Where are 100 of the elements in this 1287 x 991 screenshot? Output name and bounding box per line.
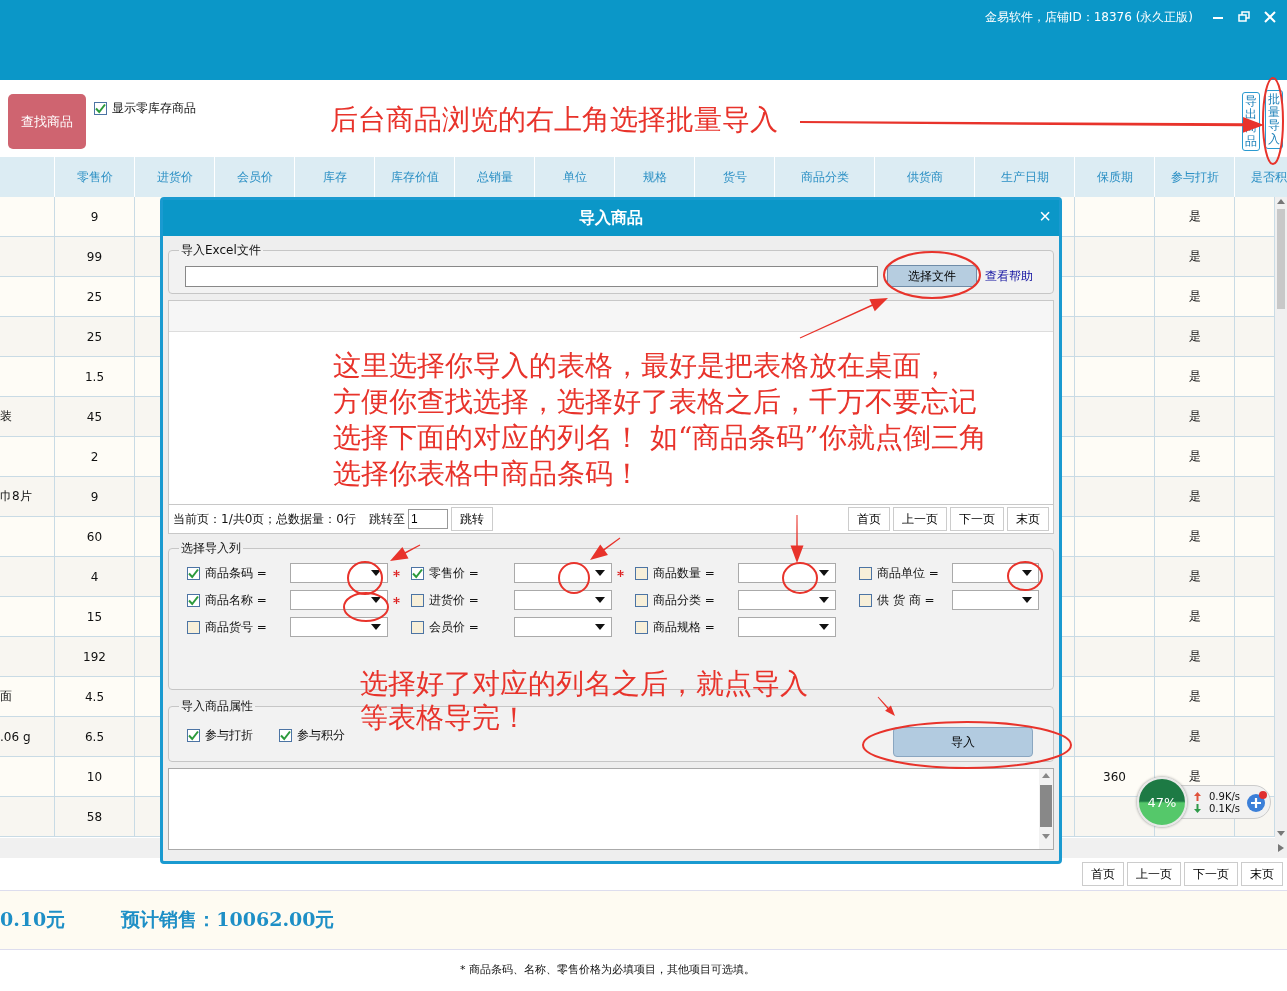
column-header[interactable]: 总销量 xyxy=(476,168,513,186)
scroll-right-icon xyxy=(1277,843,1285,853)
pager-button[interactable]: 上一页 xyxy=(893,507,947,531)
expected-sales-text: 预计销售：10062.00元 xyxy=(121,907,335,932)
table-cell: 是 xyxy=(1188,728,1201,745)
close-icon xyxy=(1264,11,1276,23)
table-cell: 是 xyxy=(1188,768,1201,785)
page-number-field[interactable]: 1 xyxy=(407,509,448,529)
window-title: 金易软件，店铺ID：18376 (永久正版) xyxy=(984,9,1193,26)
pager-button[interactable]: 首页 xyxy=(848,507,890,531)
table-cell: 是 xyxy=(1188,208,1201,225)
search-button[interactable]: 查找商品 xyxy=(8,94,86,149)
column-header[interactable]: 进货价 xyxy=(156,168,193,186)
checkbox[interactable] xyxy=(187,566,200,580)
pager-button[interactable]: 末页 xyxy=(1007,507,1049,531)
checkbox[interactable] xyxy=(635,593,648,607)
dropdown-field[interactable] xyxy=(952,563,1039,583)
checkbox[interactable] xyxy=(411,566,424,580)
column-header[interactable]: 保质期 xyxy=(1096,168,1133,186)
dropdown-field[interactable] xyxy=(514,563,612,583)
download-speed: 0.1K/s xyxy=(1209,802,1241,814)
close-button[interactable]: × xyxy=(1035,204,1055,228)
table-cell: 是 xyxy=(1188,408,1201,425)
dialog-title: 导入商品 xyxy=(579,207,643,229)
checkbox[interactable] xyxy=(187,620,200,634)
caret-icon xyxy=(371,624,381,630)
highlight-ellipse xyxy=(558,562,590,594)
checkbox[interactable] xyxy=(411,620,424,634)
pager-button[interactable]: 下一页 xyxy=(950,507,1004,531)
checkbox[interactable] xyxy=(859,593,872,607)
dropdown-field[interactable] xyxy=(290,617,388,637)
column-header[interactable]: 参与打折 xyxy=(1170,168,1219,186)
jump-button[interactable]: 跳转 xyxy=(450,507,493,531)
highlight-ellipse xyxy=(347,561,383,595)
dropdown-field[interactable] xyxy=(514,617,612,637)
field-label: 商品名称 = xyxy=(205,591,268,609)
checkbox-label: 显示零库存商品 xyxy=(112,100,196,117)
caret-icon xyxy=(1022,570,1032,576)
dropdown-field[interactable] xyxy=(738,563,836,583)
vertical-scrollbar[interactable] xyxy=(1039,769,1053,849)
column-header[interactable]: 规格 xyxy=(642,168,667,186)
checkbox[interactable] xyxy=(279,728,292,742)
column-header[interactable]: 零售价 xyxy=(76,168,113,186)
table-cell: 装 xyxy=(0,408,12,425)
checkbox[interactable] xyxy=(859,566,872,580)
column-header[interactable]: 单位 xyxy=(562,168,587,186)
import-button[interactable]: 导入 xyxy=(893,727,1033,757)
table-cell: .06 g xyxy=(0,729,31,744)
checkbox[interactable] xyxy=(94,102,107,115)
table-cell: 10 xyxy=(86,769,103,784)
pager-button[interactable]: 上一页 xyxy=(1127,862,1181,886)
scroll-down-icon xyxy=(1041,833,1051,841)
scrollbar-thumb[interactable] xyxy=(1277,209,1285,309)
scrollbar-thumb[interactable] xyxy=(1040,785,1052,827)
field-label: 零售价 = xyxy=(429,564,480,582)
column-header[interactable]: 生产日期 xyxy=(1000,168,1049,186)
pager-button[interactable]: 首页 xyxy=(1082,862,1124,886)
checkbox[interactable] xyxy=(411,593,424,607)
dropdown-field[interactable] xyxy=(290,590,388,610)
table-cell: 是 xyxy=(1188,368,1201,385)
help-link[interactable]: 查看帮助 xyxy=(985,267,1033,285)
plus-icon xyxy=(1246,791,1269,813)
vertical-scrollbar[interactable] xyxy=(1275,197,1287,838)
annotation-text: 等表格导完！ xyxy=(360,701,529,735)
page-status: 当前页：1/共0页；总数据量：0行 xyxy=(173,510,356,528)
column-header[interactable]: 货号 xyxy=(722,168,747,186)
column-header[interactable]: 会员价 xyxy=(236,168,273,186)
pager-button[interactable]: 末页 xyxy=(1241,862,1283,886)
column-header[interactable]: 商品分类 xyxy=(800,168,849,186)
checkbox[interactable] xyxy=(187,728,200,742)
table-cell: 是 xyxy=(1188,448,1201,465)
table-cell: 15 xyxy=(86,609,103,624)
table-cell: 面 xyxy=(0,688,12,705)
table-cell: 360 xyxy=(1103,769,1126,784)
dropdown-field[interactable] xyxy=(290,563,388,583)
field-label: 商品数量 = xyxy=(653,564,716,582)
column-header[interactable]: 库存 xyxy=(322,168,347,186)
checkbox[interactable] xyxy=(635,566,648,580)
field-label: 商品货号 = xyxy=(205,618,268,636)
table-cell: 是 xyxy=(1188,688,1201,705)
pointer-arrow xyxy=(390,544,421,561)
column-header[interactable]: 是否积 xyxy=(1251,168,1287,186)
column-header[interactable]: 库存价值 xyxy=(390,168,439,186)
dropdown-field[interactable] xyxy=(738,617,836,637)
table-cell: 是 xyxy=(1188,328,1201,345)
table-cell: 99 xyxy=(86,249,103,264)
restore-icon xyxy=(1238,11,1250,23)
choose-file-button[interactable]: 选择文件 xyxy=(887,265,977,287)
down-arrow-icon xyxy=(1194,803,1201,813)
checkbox[interactable] xyxy=(635,620,648,634)
column-header[interactable]: 供货商 xyxy=(906,168,943,186)
dropdown-field[interactable] xyxy=(514,590,612,610)
checkbox[interactable] xyxy=(187,593,200,607)
table-cell: 是 xyxy=(1188,568,1201,585)
add-button[interactable] xyxy=(1246,791,1269,813)
file-path-field[interactable] xyxy=(185,265,878,287)
dropdown-field[interactable] xyxy=(738,590,836,610)
batch-import-button[interactable]: 批量导入 xyxy=(1265,90,1283,149)
pager-button[interactable]: 下一页 xyxy=(1184,862,1238,886)
dropdown-field[interactable] xyxy=(952,590,1039,610)
